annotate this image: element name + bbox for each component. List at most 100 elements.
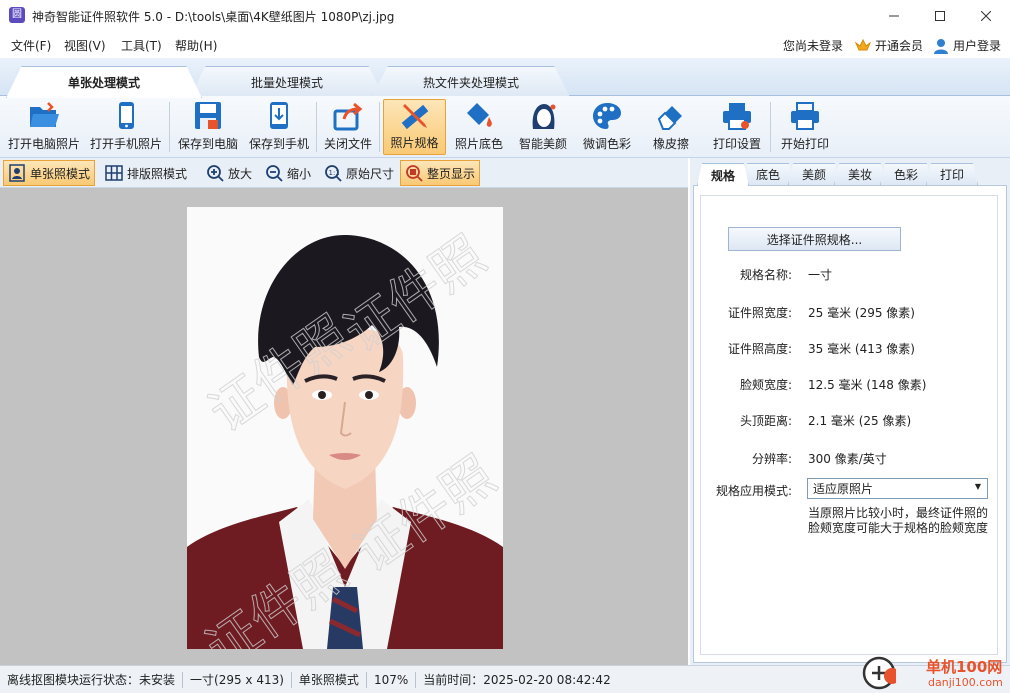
face-width-label: 脸颊宽度:: [739, 378, 792, 392]
photo-spec-button[interactable]: 照片规格: [383, 99, 446, 155]
paint-bucket-icon: [467, 103, 492, 127]
toolbar-separator: [316, 102, 317, 152]
photo-height-label: 证件照高度:: [727, 342, 792, 356]
tab-hot-folder-mode[interactable]: 热文件夹处理模式: [372, 66, 570, 97]
apply-mode-note: 当原照片比较小时，最终证件照的 脸颊宽度可能大于规格的脸颊宽度: [808, 506, 988, 536]
layout-photo-mode-button[interactable]: 排版照模式: [101, 160, 191, 186]
original-size-button[interactable]: 1:1 原始尺寸: [320, 160, 398, 186]
select-spec-button[interactable]: 选择证件照规格...: [728, 227, 901, 251]
zoom-in-icon: [207, 165, 224, 182]
photo-bgcolor-button[interactable]: 照片底色: [449, 99, 509, 155]
save-to-phone-icon: [270, 102, 288, 129]
ruler-pencil-icon: [401, 104, 428, 130]
tool-label: 照片规格: [390, 136, 439, 150]
login-status-text: 您尚未登录: [783, 39, 844, 53]
original-size-icon: 1:1: [325, 165, 342, 182]
tab-bgcolor[interactable]: 底色: [742, 163, 794, 185]
window-title: 神奇智能证件照软件 5.0 - D:\tools\桌面\4K壁纸图片 1080P…: [32, 10, 395, 24]
save-icon: [195, 102, 221, 129]
tool-label: 橡皮擦: [652, 137, 689, 151]
save-to-pc-button[interactable]: 保存到电脑: [173, 99, 243, 155]
tab-label: 热文件夹处理模式: [422, 75, 519, 90]
photo-width-label: 证件照宽度:: [727, 306, 792, 320]
resolution-value: 300 像素/英寸: [808, 452, 887, 466]
head-top-label: 头顶距离:: [739, 414, 792, 428]
tab-print[interactable]: 打印: [926, 163, 978, 185]
tool-label: 保存到电脑: [177, 137, 238, 151]
user-icon: [934, 38, 948, 54]
maximize-icon[interactable]: [917, 0, 963, 32]
minimize-icon[interactable]: [871, 0, 917, 32]
fit-page-button[interactable]: 整页显示: [400, 160, 481, 186]
close-icon[interactable]: [963, 0, 1009, 32]
close-file-button[interactable]: 关闭文件: [319, 99, 377, 155]
toolbar-separator: [379, 102, 380, 152]
vtool-label: 原始尺寸: [346, 166, 395, 181]
id-photo[interactable]: 证件照 证件照 证件照 证件照: [187, 207, 503, 649]
photo-height-value: 35 毫米 (413 像素): [808, 342, 915, 356]
status-size: 一寸(295 x 413): [183, 671, 292, 688]
eraser-button[interactable]: 橡皮擦: [641, 99, 701, 155]
folder-open-icon: [30, 102, 59, 127]
smart-beauty-button[interactable]: 智能美颜: [513, 99, 573, 155]
status-bar: 离线抠图模块运行状态：未安装 一寸(295 x 413) 单张照模式 107% …: [0, 665, 1010, 693]
apply-mode-label: 规格应用模式:: [715, 484, 792, 498]
fit-page-icon: [406, 165, 423, 182]
zoom-out-button[interactable]: 缩小: [261, 160, 315, 186]
vip-button[interactable]: 开通会员: [855, 37, 923, 54]
tab-makeup[interactable]: 美妆: [834, 163, 886, 185]
zoom-in-button[interactable]: 放大: [202, 160, 256, 186]
status-time: 当前时间：2025-02-20 08:42:42: [423, 672, 611, 687]
menu-tools[interactable]: 工具(T): [121, 37, 162, 54]
note-line-1: 当原照片比较小时，最终证件照的: [808, 506, 989, 520]
vtool-label: 单张照模式: [30, 166, 91, 181]
tool-label: 智能美颜: [518, 137, 567, 151]
tab-beauty[interactable]: 美颜: [788, 163, 840, 185]
crown-icon: [855, 38, 871, 50]
open-phone-photo-button[interactable]: 打开手机照片: [86, 99, 166, 155]
tool-label: 打印设置: [712, 137, 761, 151]
open-pc-photo-button[interactable]: 打开电脑照片: [4, 99, 84, 155]
spec-name-label: 规格名称:: [739, 268, 792, 282]
status-module: 离线抠图模块运行状态：未安装: [0, 671, 184, 688]
grid-layout-icon: [105, 165, 123, 181]
print-settings-button[interactable]: 打印设置: [706, 99, 768, 155]
beauty-face-icon: [532, 104, 556, 129]
fine-color-button[interactable]: 微调色彩: [577, 99, 637, 155]
menu-view[interactable]: 视图(V): [64, 37, 106, 54]
tab-color[interactable]: 色彩: [880, 163, 932, 185]
close-file-icon: [333, 102, 363, 131]
user-login-button[interactable]: 用户登录: [933, 37, 1001, 54]
rtab-label: 规格: [710, 168, 735, 183]
spec-name-value: 一寸: [808, 268, 833, 282]
resolution-label: 分辨率:: [751, 452, 792, 466]
tool-label: 照片底色: [454, 137, 503, 151]
login-status: 您尚未登录: [783, 37, 843, 54]
app-icon: 圆: [9, 7, 25, 23]
svg-text:1:1: 1:1: [329, 169, 340, 177]
save-to-phone-button[interactable]: 保存到手机: [244, 99, 314, 155]
toolbar-separator: [169, 102, 170, 152]
tool-label: 打开手机照片: [89, 137, 162, 151]
vip-label: 开通会员: [875, 39, 924, 53]
single-photo-mode-button[interactable]: 单张照模式: [3, 160, 96, 186]
tool-label: 关闭文件: [323, 137, 372, 151]
site-watermark: 单机100网 danji100.com: [860, 654, 1010, 693]
tab-label: 单张处理模式: [67, 76, 140, 90]
rtab-label: 底色: [755, 168, 780, 182]
tab-single-mode[interactable]: 单张处理模式: [6, 66, 202, 98]
rtab-label: 打印: [939, 168, 964, 182]
apply-mode-select[interactable]: 适应原照片 ▼: [807, 478, 988, 499]
menu-file[interactable]: 文件(F): [11, 37, 51, 54]
status-mode: 单张照模式: [292, 671, 367, 688]
tab-spec[interactable]: 规格: [697, 163, 749, 186]
tab-batch-mode[interactable]: 批量处理模式: [190, 66, 384, 97]
tab-label: 批量处理模式: [250, 75, 323, 90]
rtab-label: 美颜: [801, 168, 826, 182]
head-top-value: 2.1 毫米 (25 像素): [808, 414, 912, 428]
user-login-label: 用户登录: [953, 39, 1002, 53]
tool-label: 保存到手机: [248, 137, 309, 151]
start-print-button[interactable]: 开始打印: [775, 99, 835, 155]
photo-width-value: 25 毫米 (295 像素): [808, 306, 915, 320]
menu-help[interactable]: 帮助(H): [175, 37, 217, 54]
